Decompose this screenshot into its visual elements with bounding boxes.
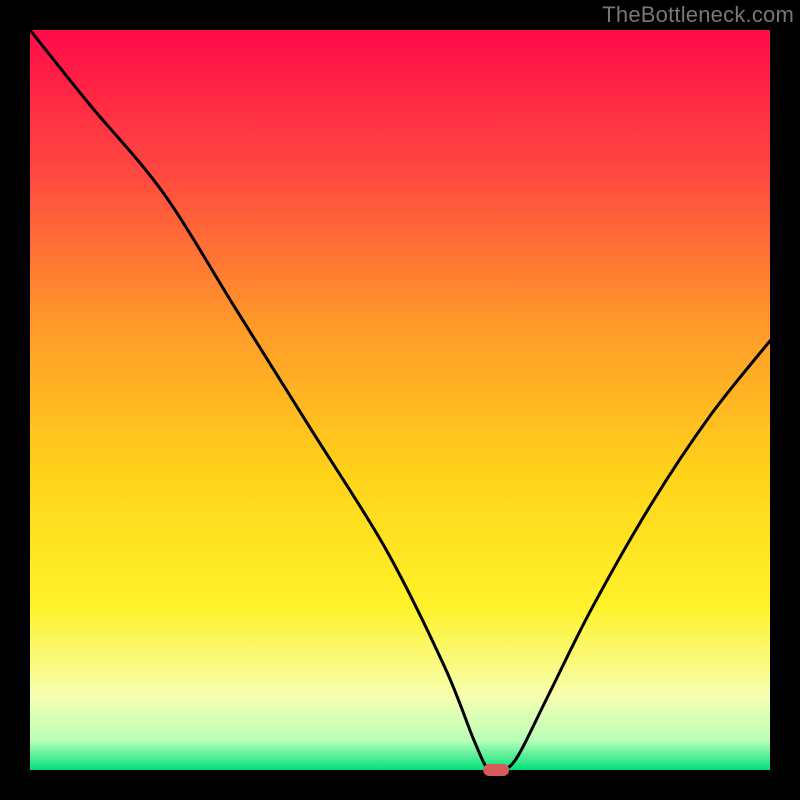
chart-svg (0, 0, 800, 800)
chart-gradient-area (30, 30, 770, 770)
optimal-marker (483, 764, 509, 776)
watermark-text: TheBottleneck.com (602, 2, 794, 28)
bottleneck-chart: TheBottleneck.com (0, 0, 800, 800)
